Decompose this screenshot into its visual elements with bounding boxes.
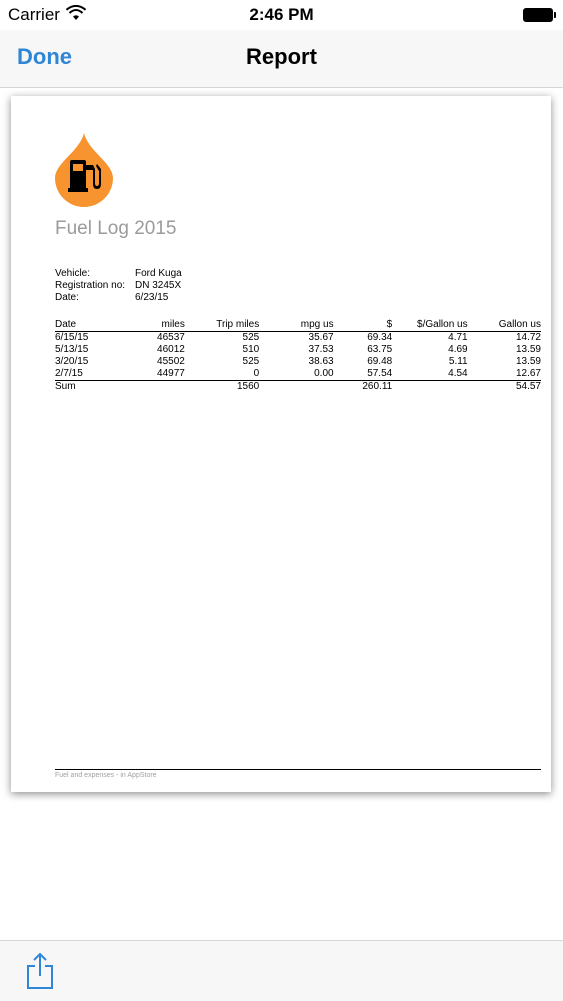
footer-text: Fuel and expenses - in AppStore bbox=[55, 772, 157, 779]
table-cell: 525 bbox=[242, 356, 260, 367]
clock: 2:46 PM bbox=[249, 5, 314, 24]
column-header-miles: miles bbox=[105, 319, 185, 332]
table-cell: 69.48 bbox=[367, 356, 393, 367]
registration-row: Registration no: DN 3245X bbox=[55, 280, 182, 292]
table-cell: 44977 bbox=[157, 368, 185, 379]
table-cell: 510 bbox=[242, 344, 260, 355]
table-cell: 45502 bbox=[157, 356, 185, 367]
table-row: 3/20/15 45502 525 38.63 69.48 5.11 13.59 bbox=[55, 356, 541, 368]
column-header-price-per-gallon: $/Gallon us bbox=[392, 319, 468, 332]
table-cell: 46537 bbox=[157, 332, 185, 343]
sum-gallons: 54.57 bbox=[467, 380, 541, 393]
table-cell: 2/7/15 bbox=[55, 368, 83, 379]
footer-divider bbox=[55, 769, 541, 770]
table-cell: 5/13/15 bbox=[55, 344, 89, 355]
table-cell: 0.00 bbox=[314, 368, 334, 379]
bottom-toolbar bbox=[0, 940, 563, 1001]
table-cell: 35.67 bbox=[308, 332, 334, 343]
report-title: Fuel Log 2015 bbox=[55, 218, 177, 239]
vehicle-row: Vehicle: Ford Kuga bbox=[55, 268, 182, 280]
column-header-trip-miles: Trip miles bbox=[184, 319, 260, 332]
column-header-cost: $ bbox=[333, 319, 393, 332]
table-cell: 38.63 bbox=[308, 356, 334, 367]
table-header-row: Date miles Trip miles mpg us $ $/Gallon … bbox=[55, 319, 541, 332]
sum-cost: 260.11 bbox=[333, 380, 393, 393]
table-cell: 14.72 bbox=[515, 332, 541, 343]
table-row: 2/7/15 44977 0 0.00 57.54 4.54 12.67 bbox=[55, 368, 541, 381]
column-header-date: Date bbox=[55, 319, 106, 332]
table-cell: 69.34 bbox=[367, 332, 393, 343]
date-row: Date: 6/23/15 bbox=[55, 292, 182, 304]
table-cell: 46012 bbox=[157, 344, 185, 355]
table-cell: 57.54 bbox=[367, 368, 393, 379]
registration-label: Registration no: bbox=[55, 280, 126, 291]
table-cell: 5.11 bbox=[448, 356, 468, 367]
table-cell: 525 bbox=[242, 332, 260, 343]
table-cell: 4.69 bbox=[448, 344, 468, 355]
table-cell bbox=[105, 380, 185, 393]
date-label: Date: bbox=[55, 292, 79, 303]
table-cell: 0 bbox=[253, 368, 260, 379]
table-row: 5/13/15 46012 510 37.53 63.75 4.69 13.59 bbox=[55, 344, 541, 356]
vehicle-label: Vehicle: bbox=[55, 268, 91, 279]
vehicle-info: Vehicle: Ford Kuga Registration no: DN 3… bbox=[55, 268, 182, 304]
battery-icon bbox=[523, 8, 556, 22]
table-cell: 6/15/15 bbox=[55, 332, 89, 343]
table-cell: 4.71 bbox=[448, 332, 468, 343]
sum-trip-miles: 1560 bbox=[184, 380, 260, 393]
status-bar: Carrier 2:46 PM bbox=[0, 0, 563, 30]
sum-row: Sum 1560 260.11 54.57 bbox=[55, 380, 541, 393]
table-cell: 3/20/15 bbox=[55, 356, 89, 367]
column-header-gallons: Gallon us bbox=[467, 319, 541, 332]
table-cell: 63.75 bbox=[367, 344, 393, 355]
vehicle-value: Ford Kuga bbox=[135, 268, 182, 279]
fuel-log-table: Date miles Trip miles mpg us $ $/Gallon … bbox=[55, 319, 541, 393]
fuel-drop-logo bbox=[55, 133, 113, 207]
report-page: Fuel Log 2015 Vehicle: Ford Kuga Registr… bbox=[11, 96, 551, 792]
table-cell: 13.59 bbox=[515, 344, 541, 355]
report-preview[interactable]: Fuel Log 2015 Vehicle: Ford Kuga Registr… bbox=[0, 88, 563, 940]
table-cell: 37.53 bbox=[308, 344, 334, 355]
share-icon[interactable] bbox=[26, 952, 54, 990]
table-row: 6/15/15 46537 525 35.67 69.34 4.71 14.72 bbox=[55, 332, 541, 345]
column-header-mpg: mpg us bbox=[259, 319, 334, 332]
table-cell bbox=[392, 380, 468, 393]
table-cell: 13.59 bbox=[515, 356, 541, 367]
registration-value: DN 3245X bbox=[135, 280, 182, 291]
table-cell: 12.67 bbox=[515, 368, 541, 379]
sum-label: Sum bbox=[55, 380, 106, 393]
page-title: Report bbox=[246, 44, 317, 69]
table-cell bbox=[259, 380, 334, 393]
date-value: 6/23/15 bbox=[135, 292, 169, 303]
table-cell: 4.54 bbox=[448, 368, 468, 379]
navigation-bar: Done Report bbox=[0, 30, 563, 88]
